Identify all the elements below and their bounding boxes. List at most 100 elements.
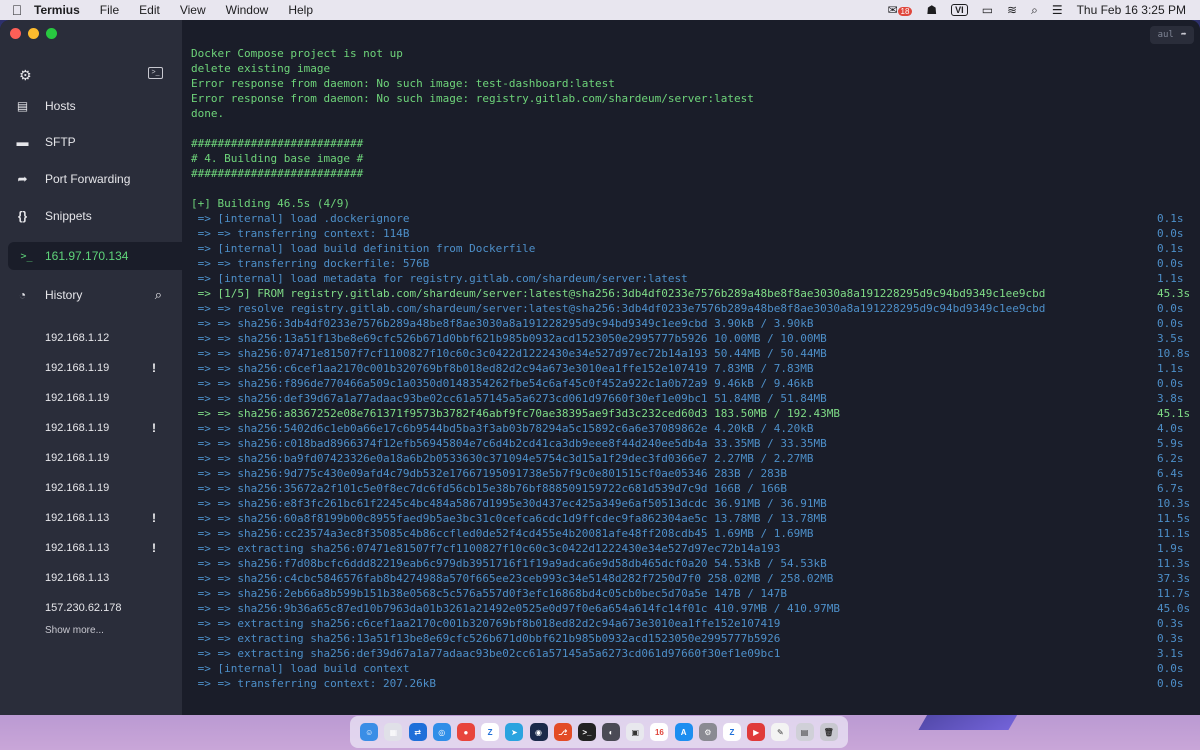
sidebar-item-hosts[interactable]: ▤ Hosts (0, 88, 182, 124)
terminal-line-text: => [internal] load build definition from… (191, 242, 536, 255)
status-tray: ✉ 18 ☗ VI ▭ ≋ ⌕ ☰ Thu Feb 16 3:25 PM (887, 3, 1200, 18)
terminal-line-text: # 4. Building base image # (191, 152, 364, 165)
preview-icon[interactable]: ▣ (626, 723, 645, 741)
terminal-line-duration: 0.1s (1157, 242, 1184, 255)
git-icon[interactable]: ⎇ (553, 723, 572, 741)
termius-icon[interactable]: ▶ (747, 723, 766, 741)
spotlight-search-icon[interactable]: ⌕ (1031, 3, 1038, 18)
launchpad-icon[interactable]: ▦ (384, 723, 403, 741)
terminal-line: => => sha256:e8f3fc261bc61f2245c4bc484a5… (191, 496, 1191, 511)
notification-badge: 18 (897, 7, 913, 16)
calendar-icon[interactable]: 16 (650, 723, 669, 741)
history-item[interactable]: 192.168.1.19 (0, 383, 182, 413)
terminal-line-text: => => sha256:5402d6c1eb0a66e17c6b9544bd5… (191, 422, 814, 435)
braces-icon: {} (17, 209, 28, 223)
terminal-line-text: => => sha256:35672a2f101c5e0f8ec7dc6fd56… (191, 482, 788, 495)
terminal-line-duration: 6.7s (1157, 482, 1184, 495)
textedit-icon[interactable]: ✎ (771, 723, 790, 741)
terminal-line-duration: 0.0s (1157, 257, 1184, 270)
chrome-icon[interactable]: ● (456, 723, 475, 741)
menu-help[interactable]: Help (288, 3, 313, 17)
new-terminal-icon[interactable]: >_ (148, 67, 163, 79)
menu-window[interactable]: Window (226, 3, 269, 17)
history-item[interactable]: 157.230.62.178 (0, 593, 182, 623)
control-center-icon[interactable]: ☰ (1052, 3, 1063, 17)
safari-icon[interactable]: ◎ (432, 723, 451, 741)
system-preferences-icon[interactable]: ⚙ (698, 723, 717, 741)
menu-edit[interactable]: Edit (139, 3, 160, 17)
terminal-line-text: => => extracting sha256:07471e81507f7cf1… (191, 542, 781, 555)
terminal-line-text: => => transferring dockerfile: 576B (191, 257, 430, 270)
screenshot-icon[interactable]: ◐ (602, 723, 621, 741)
terminal-line-duration: 0.3s (1157, 632, 1184, 645)
telegram-icon[interactable]: ➤ (505, 723, 524, 741)
teamviewer-icon[interactable]: ⇄ (408, 723, 427, 741)
wifi-icon[interactable]: ≋ (1007, 3, 1017, 17)
active-session-tab[interactable]: >_ 161.97.170.134 (8, 242, 182, 270)
terminal-line: => [internal] load metadata for registry… (191, 271, 1184, 286)
terminal-line-duration: 5.9s (1157, 437, 1184, 450)
terminal-line-duration: 45.0s (1157, 602, 1191, 615)
sidebar-item-snippets[interactable]: {} Snippets (0, 198, 182, 234)
warning-icon: ! (152, 511, 156, 525)
terminal-line-text: => => sha256:a8367252e08e761371f9573b378… (191, 407, 841, 420)
terminal-line: ########################## (191, 136, 363, 151)
input-source-indicator[interactable]: VI (951, 4, 968, 16)
menu-view[interactable]: View (180, 3, 206, 17)
history-item[interactable]: 192.168.1.19 (0, 473, 182, 503)
history-item[interactable]: 192.168.1.19! (0, 413, 182, 443)
vpn-icon[interactable]: ◉ (529, 723, 548, 741)
zalo-2-icon[interactable]: Z (723, 723, 741, 741)
terminal-line-text: => [internal] load metadata for registry… (191, 272, 688, 285)
terminal-line: => [internal] load .dockerignore 0.1s (191, 211, 1184, 226)
show-more-link[interactable]: Show more... (45, 625, 104, 636)
terminal-line-text: => => sha256:9d775c430e09afd4c79db532e17… (191, 467, 788, 480)
history-item[interactable]: 192.168.1.19 (0, 443, 182, 473)
zoom-window-button[interactable] (46, 28, 57, 39)
history-item[interactable]: 192.168.1.13 (0, 563, 182, 593)
terminal-output[interactable]: aul ➦ Docker Compose project is not up de… (182, 20, 1200, 715)
terminal-toolbar-button[interactable]: aul ➦ (1150, 26, 1194, 44)
battery-icon[interactable]: ▭ (982, 3, 993, 17)
app-store-icon[interactable]: A (674, 723, 693, 741)
warning-icon: ! (152, 421, 156, 435)
terminal-line: => => sha256:60a8f8199b00c8955faed9b5ae3… (191, 511, 1191, 526)
menubar-clock[interactable]: Thu Feb 16 3:25 PM (1077, 3, 1186, 17)
mascot-app-icon[interactable]: ☗ (926, 3, 937, 17)
sidebar-item-sftp[interactable]: ▬ SFTP (0, 124, 182, 160)
terminal-line: => => extracting sha256:13a51f13be8e69cf… (191, 631, 1184, 646)
minimize-window-button[interactable] (28, 28, 39, 39)
terminal-line: => => sha256:c6cef1aa2170c001b320769bf8b… (191, 361, 1184, 376)
menu-file[interactable]: File (100, 3, 119, 17)
history-item[interactable]: 192.168.1.13! (0, 503, 182, 533)
sidebar: ⚙ >_ ▤ Hosts ▬ SFTP ➦ Port Forwarding {}… (0, 20, 182, 715)
history-item[interactable]: 192.168.1.13! (0, 533, 182, 563)
terminal-line-duration: 6.2s (1157, 452, 1184, 465)
history-item-host: 192.168.1.19 (45, 392, 110, 404)
active-session-host: 161.97.170.134 (45, 249, 129, 263)
settings-gear-icon[interactable]: ⚙ (19, 67, 32, 84)
finder-icon[interactable]: ☺ (360, 723, 379, 741)
app-name-menu[interactable]: Termius (34, 3, 80, 17)
terminal-prompt-icon: >_ (20, 250, 33, 262)
photos-icon[interactable]: ▤ (795, 723, 814, 741)
terminal-line: Docker Compose project is not up (191, 46, 403, 61)
history-item[interactable]: 192.168.1.12 (0, 323, 182, 353)
sidebar-item-label: Snippets (45, 209, 92, 223)
terminal-line-text: => => sha256:07471e81507f7cf1100827f10c6… (191, 347, 827, 360)
zalo-icon[interactable]: Z (481, 723, 500, 741)
trash-icon[interactable]: 🗑 (819, 723, 838, 741)
terminal-line-text: => => transferring context: 207.26kB (191, 677, 437, 690)
notification-app-icon[interactable]: ✉ 18 (887, 3, 913, 17)
terminal-line: => => transferring dockerfile: 576B 0.0s (191, 256, 1184, 271)
terminal-line-duration: 0.0s (1157, 677, 1184, 690)
sidebar-item-port-forwarding[interactable]: ➦ Port Forwarding (0, 161, 182, 197)
apple-icon[interactable]:  (0, 2, 34, 18)
close-window-button[interactable] (10, 28, 21, 39)
history-item[interactable]: 192.168.1.19! (0, 353, 182, 383)
history-search-icon[interactable]: ⌕ (155, 287, 162, 303)
terminal-line-duration: 45.1s (1157, 407, 1191, 420)
terminal-line-text: Docker Compose project is not up (191, 47, 403, 60)
terminal-line: ########################## (191, 166, 363, 181)
terminal-icon[interactable]: >_ (577, 723, 596, 741)
